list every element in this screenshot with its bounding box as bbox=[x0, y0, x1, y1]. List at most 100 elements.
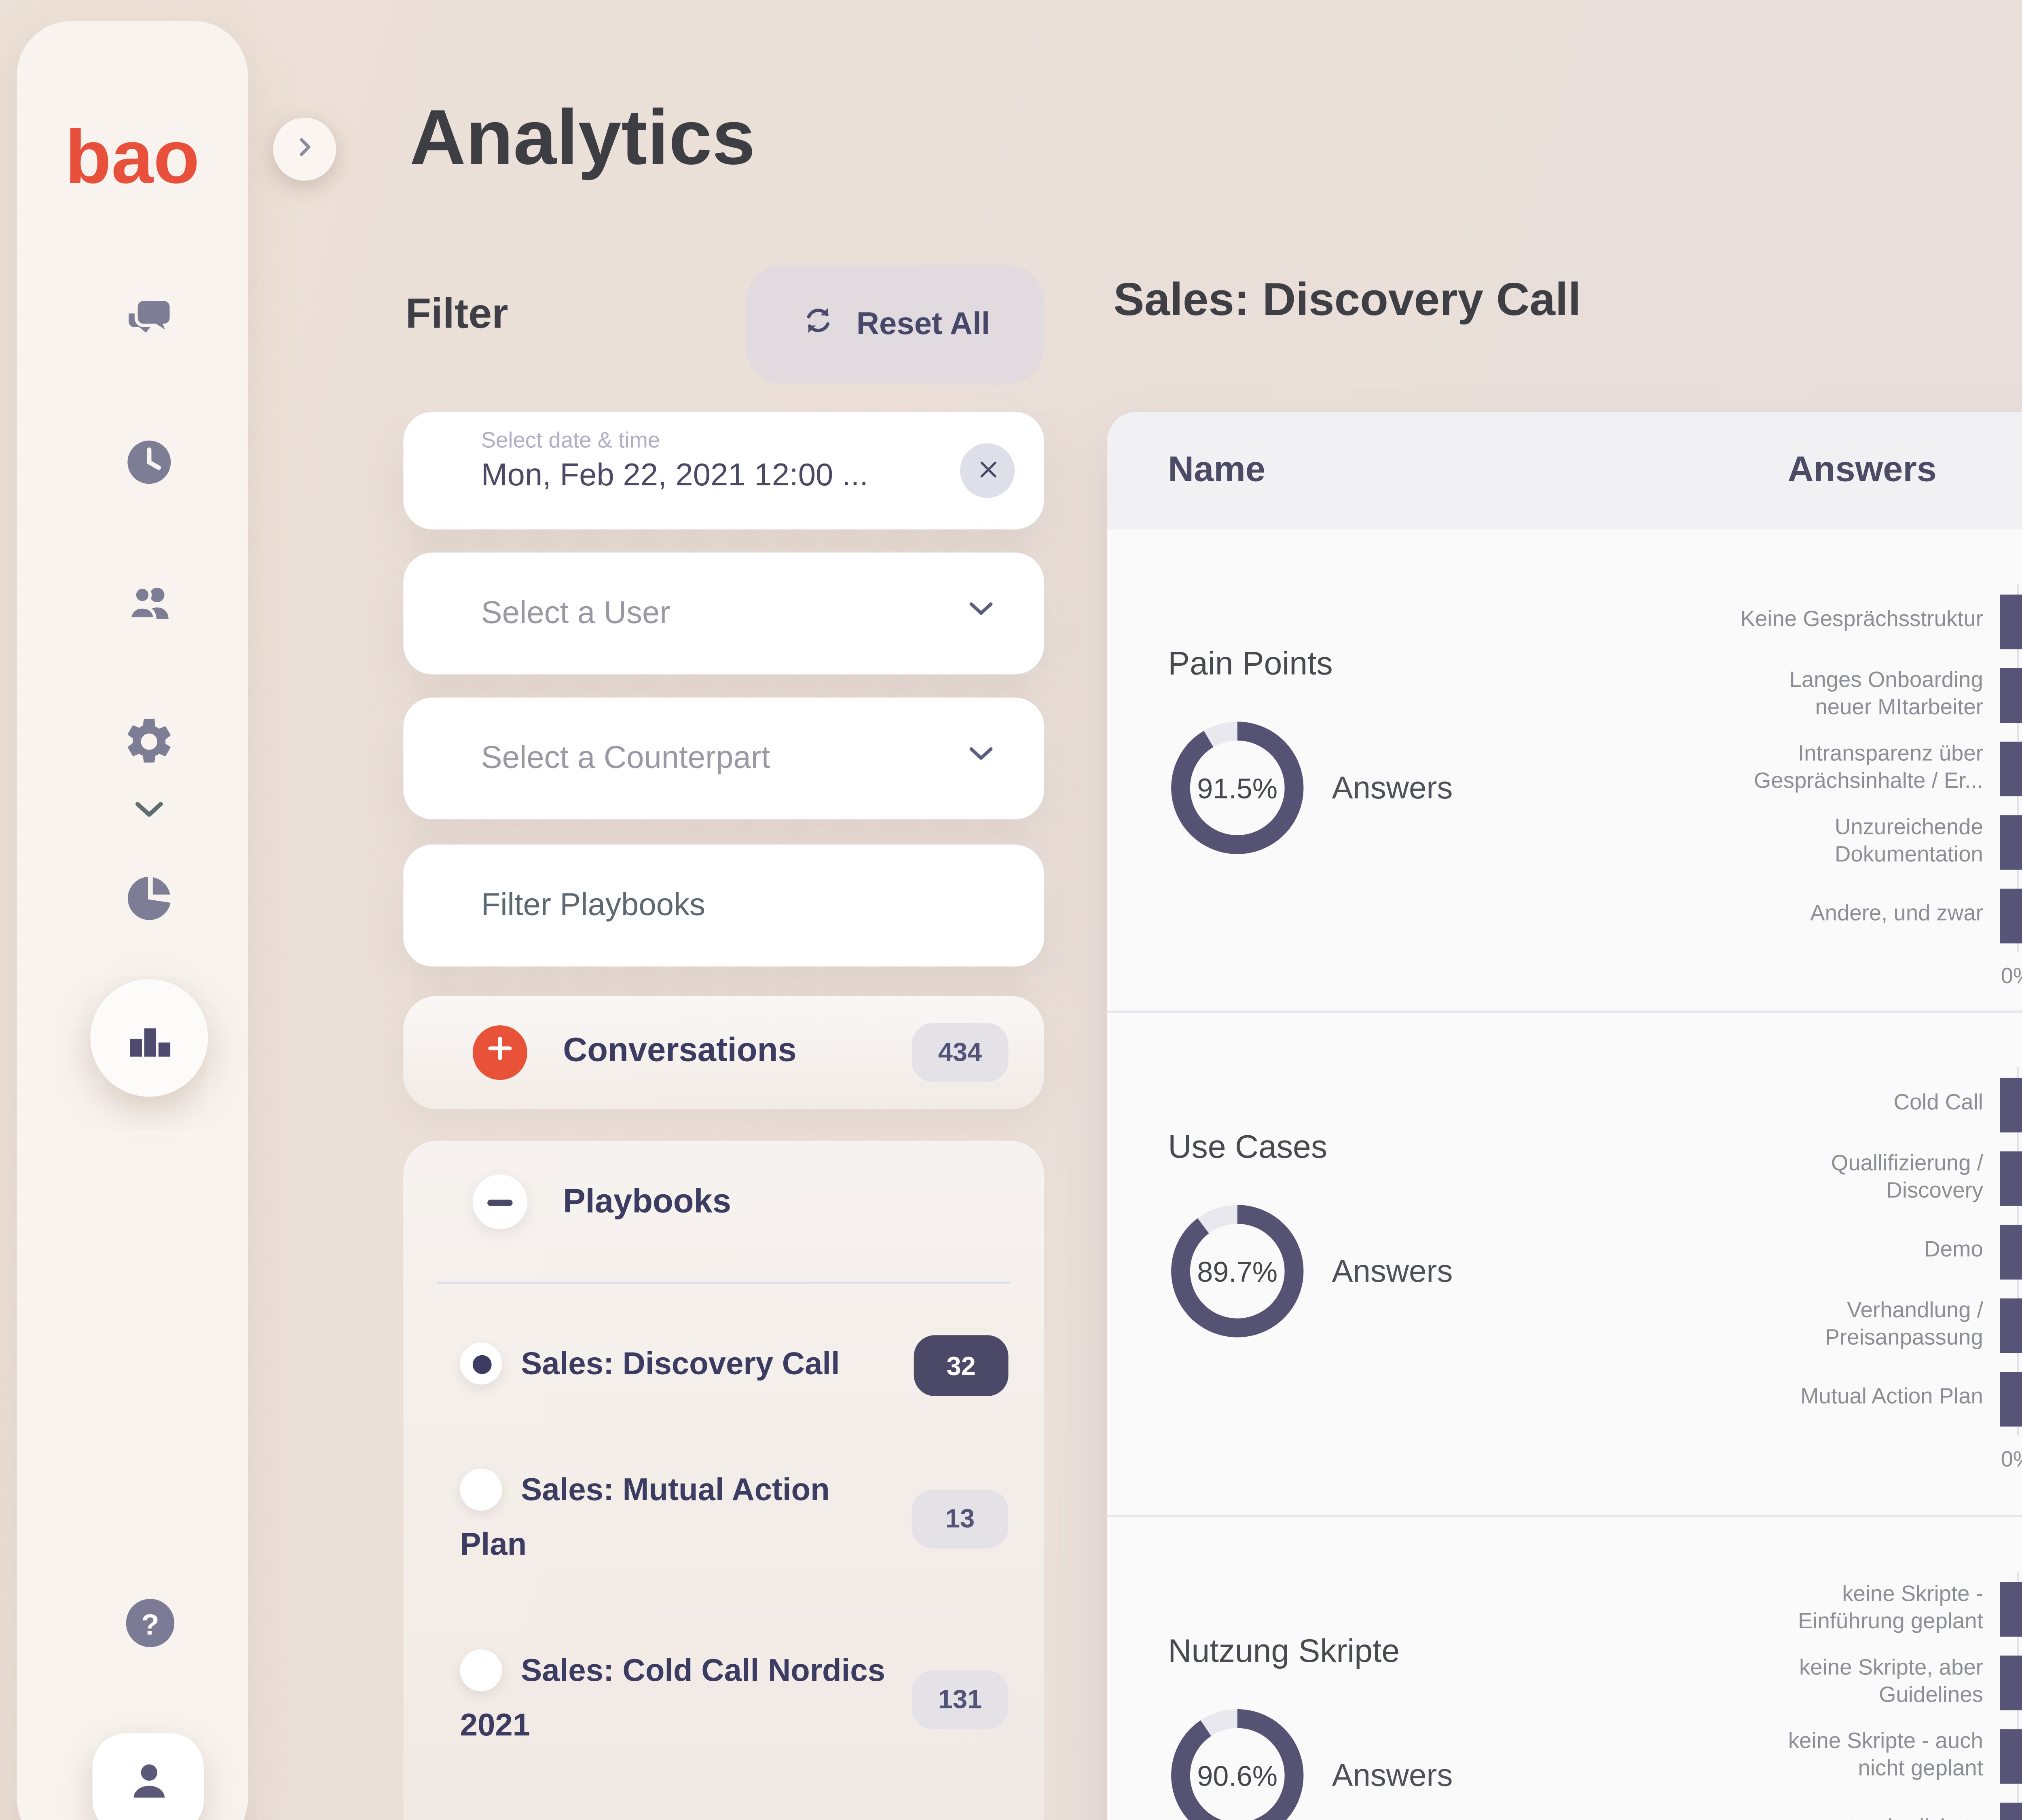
page-title: Analytics bbox=[410, 95, 755, 183]
playbook-item[interactable]: Sales: Mutual Action Plan 13 bbox=[403, 1443, 1044, 1595]
minus-icon bbox=[487, 1199, 512, 1205]
category-label: Unzureichende Dokumentation bbox=[1737, 815, 2000, 868]
question-mark-icon: ? bbox=[141, 1606, 159, 1640]
help-button[interactable]: ? bbox=[126, 1599, 174, 1647]
close-icon bbox=[976, 455, 999, 487]
answers-gauge: 90.6% Answers bbox=[1168, 1706, 1737, 1820]
radio-button[interactable] bbox=[460, 1649, 502, 1691]
conversations-row[interactable]: Conversations 434 bbox=[403, 996, 1044, 1109]
axis-tick-label: 0% bbox=[2001, 1448, 2022, 1473]
date-filter-value: Mon, Feb 22, 2021 12:00 ... bbox=[481, 458, 868, 493]
bar bbox=[2000, 1224, 2022, 1278]
playbook-item-label: Sales: Discovery Call bbox=[521, 1347, 840, 1382]
category-label: Intransparenz über Gesprächsinhalte / Er… bbox=[1737, 741, 2000, 795]
table-row: Pain Points 91.5% Answers Keine Gespräch… bbox=[1107, 529, 2022, 1013]
category-label: Demo bbox=[1737, 1238, 2000, 1264]
category-label: standardisierte bbox=[1737, 1816, 2000, 1820]
conversations-label[interactable]: Conversations bbox=[563, 1034, 796, 1072]
playbook-item-label: Sales: Mutual Action Plan bbox=[460, 1473, 830, 1563]
user-select-placeholder: Select a User bbox=[481, 596, 670, 631]
playbook-item-label: Sales: Cold Call Nordics 2021 bbox=[460, 1653, 885, 1744]
table-row: Nutzung Skripte 90.6% Answers keine Skri… bbox=[1107, 1517, 2022, 1820]
radio-button[interactable] bbox=[460, 1469, 502, 1511]
bao-logo: bao bbox=[17, 114, 248, 202]
playbook-count-badge: 131 bbox=[912, 1670, 1009, 1729]
expand-conversations-button[interactable] bbox=[473, 1025, 527, 1080]
answers-percentage: 90.6% bbox=[1168, 1706, 1307, 1820]
refresh-icon bbox=[800, 303, 835, 347]
profile-button[interactable] bbox=[93, 1733, 204, 1820]
bar bbox=[2000, 1581, 2022, 1636]
date-filter-field[interactable]: Select date & time Mon, Feb 22, 2021 12:… bbox=[403, 412, 1044, 529]
plus-icon bbox=[485, 1033, 515, 1073]
chart-bars: Keine Gesprächsstruktur Langes Onboarding… bbox=[1737, 584, 2022, 952]
playbook-item[interactable]: Sales: Cold Call Nordics 2021 131 bbox=[403, 1624, 1044, 1776]
answers-label: Answers bbox=[1332, 1757, 1453, 1793]
radio-button[interactable] bbox=[460, 1342, 502, 1384]
chart-bars: keine Skripte - Einführung geplantkeine … bbox=[1737, 1572, 2022, 1820]
bar bbox=[2000, 888, 2022, 942]
sidebar-expand-button[interactable] bbox=[273, 118, 336, 181]
category-label: Keine Gesprächsstruktur bbox=[1737, 607, 2000, 634]
bar bbox=[2000, 1297, 2022, 1352]
filter-title: Filter bbox=[406, 292, 508, 340]
bar bbox=[2000, 1150, 2022, 1205]
filter-playbooks-input[interactable]: Filter Playbooks bbox=[403, 844, 1044, 966]
bar bbox=[2000, 594, 2022, 648]
playbook-count-badge: 32 bbox=[914, 1335, 1009, 1396]
column-header-answers: Answers bbox=[1788, 450, 1937, 492]
date-filter-label: Select date & time bbox=[481, 429, 660, 454]
bar bbox=[2000, 1655, 2022, 1709]
chart-x-axis: 0%20%40%60%80%100% bbox=[2017, 1448, 2022, 1486]
chevron-down-icon[interactable] bbox=[122, 781, 176, 836]
answers-gauge: 91.5% Answers bbox=[1168, 719, 1737, 857]
pie-chart-icon[interactable] bbox=[122, 870, 176, 925]
playbooks-panel: Playbooks Sales: Discovery Call 32 Sales… bbox=[403, 1141, 1044, 1820]
filter-playbooks-placeholder: Filter Playbooks bbox=[481, 888, 705, 923]
answers-label: Answers bbox=[1332, 770, 1453, 806]
metric-cell: Nutzung Skripte 90.6% Answers bbox=[1107, 1517, 1737, 1820]
playbooks-row[interactable]: Playbooks bbox=[403, 1141, 1044, 1265]
counterpart-select[interactable]: Select a Counterpart bbox=[403, 698, 1044, 819]
chevron-right-icon bbox=[292, 133, 317, 165]
sidebar: bao ? bbox=[17, 21, 248, 1820]
bar-chart-icon[interactable] bbox=[90, 979, 208, 1097]
chevron-down-icon bbox=[964, 591, 998, 635]
category-label: Cold Call bbox=[1737, 1091, 2000, 1117]
axis-tick-label: 0% bbox=[2001, 964, 2022, 989]
category-label: Andere, und zwar bbox=[1737, 902, 2000, 928]
answers-table: Name Answers Pain Points 91.5% Answers K… bbox=[1107, 412, 2022, 1820]
person-icon bbox=[121, 1753, 176, 1814]
bar bbox=[2000, 814, 2022, 869]
category-label: Langes Onboarding neuer MItarbeiter bbox=[1737, 667, 2000, 721]
user-select[interactable]: Select a User bbox=[403, 552, 1044, 674]
bar-chart-cell: keine Skripte - Einführung geplantkeine … bbox=[1737, 1517, 2022, 1820]
collapse-playbooks-button[interactable] bbox=[473, 1175, 527, 1229]
playbook-item[interactable]: Sales: Discovery Call 32 bbox=[403, 1317, 1044, 1414]
bar bbox=[2000, 667, 2022, 722]
gear-icon[interactable] bbox=[122, 714, 176, 769]
chat-icon[interactable] bbox=[122, 294, 176, 349]
users-icon[interactable] bbox=[122, 576, 176, 630]
clear-date-button[interactable] bbox=[960, 443, 1015, 498]
table-row: Use Cases 89.7% Answers Cold CallQuallif… bbox=[1107, 1013, 2022, 1517]
chart-x-axis: 0%10%20%30%40% bbox=[2017, 964, 2022, 1002]
analytics-page: bao ? Analytics Show Conversatio bbox=[0, 0, 2022, 1820]
metric-name: Nutzung Skripte bbox=[1168, 1635, 1737, 1673]
bar bbox=[2000, 741, 2022, 795]
metric-name: Pain Points bbox=[1168, 647, 1737, 685]
metric-name: Use Cases bbox=[1168, 1130, 1737, 1168]
answers-percentage: 91.5% bbox=[1168, 719, 1307, 857]
bar-chart-cell: Keine Gesprächsstruktur Langes Onboarding… bbox=[1737, 529, 2022, 1011]
clock-icon[interactable] bbox=[122, 435, 176, 489]
radio-dot bbox=[472, 1354, 491, 1373]
bar-chart-cell: Cold CallQuallifizierung / DiscoveryDemo… bbox=[1737, 1013, 2022, 1515]
chart-bars: Cold CallQuallifizierung / DiscoveryDemo… bbox=[1737, 1067, 2022, 1435]
playbook-list: Sales: Discovery Call 32 Sales: Mutual A… bbox=[403, 1284, 1044, 1776]
reset-all-button[interactable]: Reset All bbox=[746, 265, 1044, 385]
bar bbox=[2000, 1077, 2022, 1131]
table-body: Pain Points 91.5% Answers Keine Gespräch… bbox=[1107, 529, 2022, 1820]
bar bbox=[2000, 1728, 2022, 1783]
playbooks-label: Playbooks bbox=[563, 1184, 731, 1222]
section-title: Sales: Discovery Call bbox=[1113, 273, 1581, 328]
